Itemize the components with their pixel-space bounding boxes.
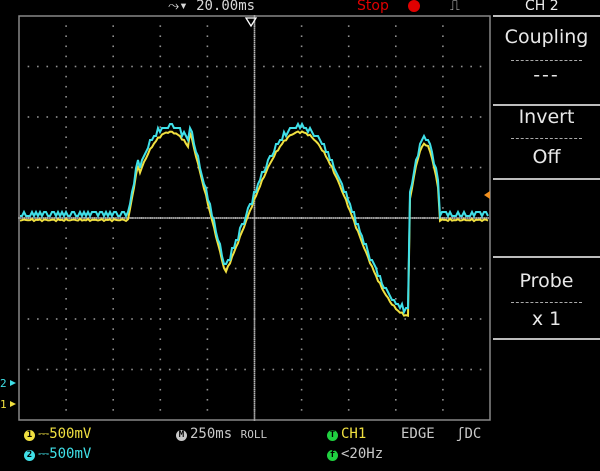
channel-side-menu: Coupling --- Invert Off Probe x 1 [493, 15, 600, 421]
ch2-scale[interactable]: 2 ⎓500mV [24, 446, 91, 462]
dc-coupling-icon: ⎓ [38, 426, 50, 442]
ch1-scale-value: 500mV [49, 426, 92, 442]
ch1-scale[interactable]: 1 ⎓500mV [24, 426, 91, 442]
ch2-ground-marker: 2 [0, 377, 16, 390]
probe-value[interactable]: x 1 [493, 308, 600, 330]
main-timebase[interactable]: M 250ms ROLL [176, 426, 267, 442]
trigger-coupling[interactable]: ʃDC [456, 426, 481, 442]
coupling-separator [511, 60, 582, 61]
svg-text:1: 1 [0, 398, 7, 411]
frequency-badge-icon: f [327, 450, 338, 461]
svg-text:2: 2 [0, 377, 7, 390]
ch1-badge-icon: 1 [24, 430, 35, 441]
invert-value[interactable]: Off [493, 146, 600, 168]
trigger-type[interactable]: EDGE [401, 426, 435, 442]
coupling-label: Coupling [504, 26, 589, 48]
probe-label: Probe [519, 270, 574, 292]
ch1-ground-marker: 1 [0, 398, 16, 411]
bottom-info-bar: 1 ⎓500mV 2 ⎓500mV M 250ms ROLL T CH1 EDGE ʃD… [0, 424, 600, 471]
trigger-coupling-value: DC [464, 426, 482, 442]
grid [18, 15, 489, 421]
ch2-badge-icon: 2 [24, 450, 35, 461]
probe-separator [511, 302, 582, 303]
dc-coupling-icon: ⎓ [38, 446, 50, 462]
trigger-level-marker [484, 191, 490, 199]
trigger-badge-icon: T [327, 430, 338, 441]
ch2-scale-value: 500mV [49, 446, 92, 462]
acquisition-mode: ROLL [240, 428, 268, 441]
trigger-source[interactable]: T CH1 [327, 426, 366, 442]
trigger-frequency: f <20Hz [327, 446, 383, 462]
main-timebase-badge-icon: M [176, 430, 187, 441]
trigger-source-value: CH1 [341, 426, 367, 442]
trigger-frequency-value: <20Hz [341, 446, 384, 462]
invert-separator [511, 138, 582, 139]
main-timebase-value: 250ms [190, 426, 233, 442]
invert-label: Invert [518, 106, 575, 128]
coupling-value[interactable]: --- [493, 64, 600, 86]
